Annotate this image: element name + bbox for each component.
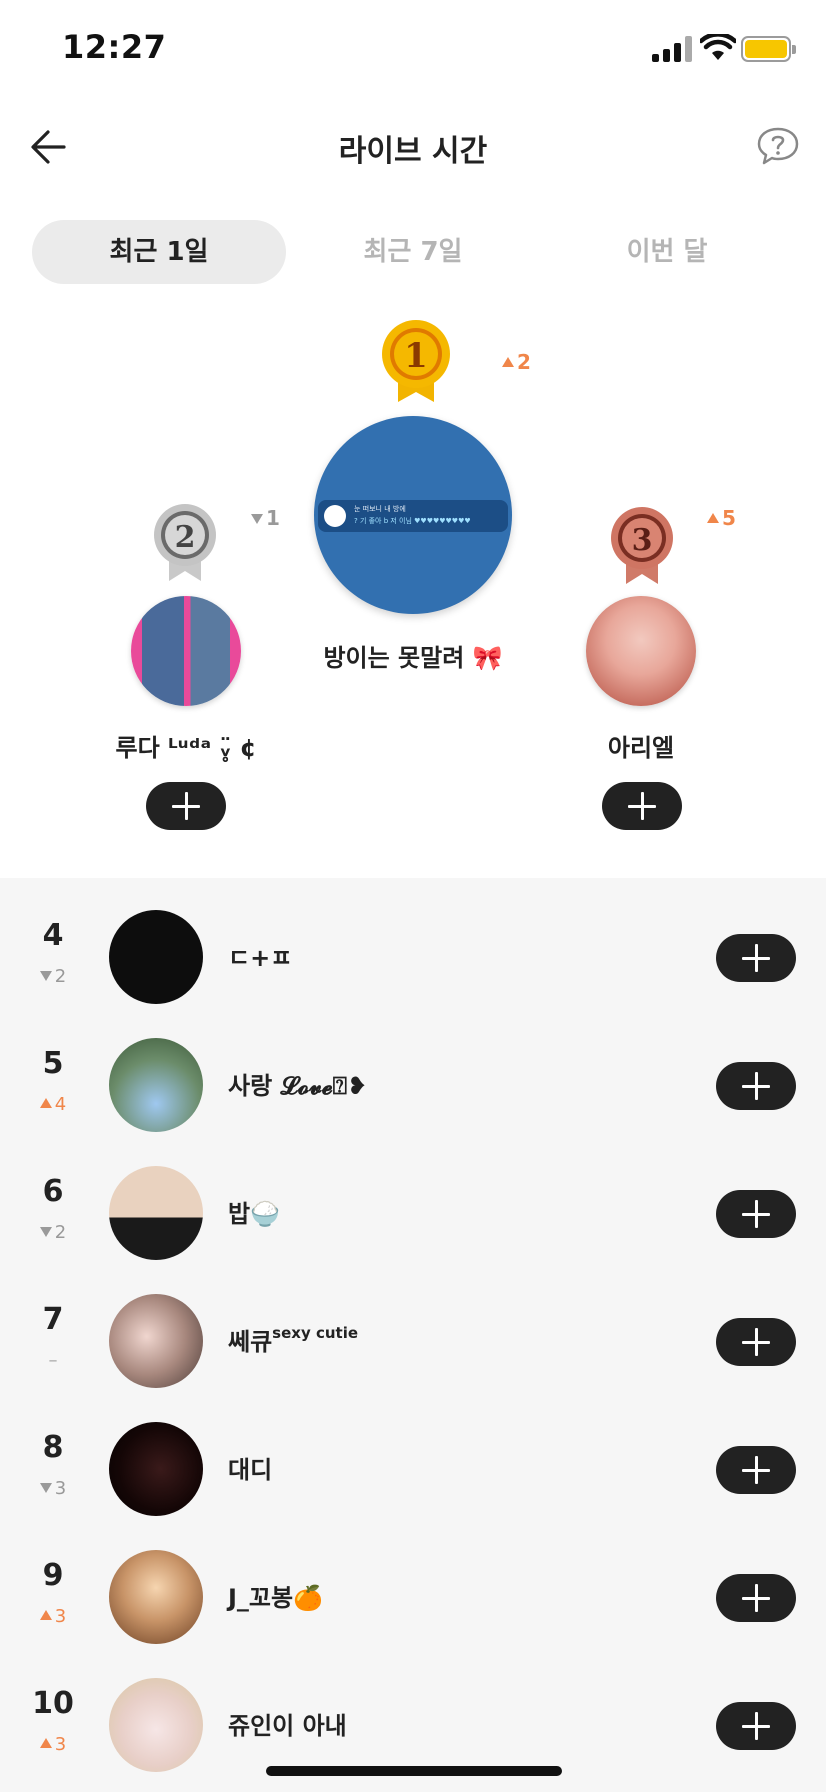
list-item[interactable]: 9 3 J_꼬봉🍊	[0, 1534, 826, 1662]
period-tabs: 최근 1일 최근 7일 이번 달	[32, 220, 794, 284]
bronze-medal-icon: 3	[611, 507, 673, 584]
rank-change: –	[48, 1350, 58, 1371]
rank-change-down: 1	[251, 506, 280, 530]
rank-change: 3	[20, 1734, 86, 1755]
rank-number: 5	[42, 1046, 64, 1081]
rank-change-up: 5	[707, 506, 736, 530]
user-name: 대디	[228, 1456, 273, 1484]
follow-button[interactable]	[716, 1062, 796, 1110]
list-item[interactable]: 7 – 쎄큐sexy cutie	[0, 1278, 826, 1406]
rank-number: 6	[42, 1174, 64, 1209]
follow-button[interactable]	[716, 1190, 796, 1238]
header: 라이브 시간	[0, 100, 826, 192]
avatar[interactable]	[109, 1422, 203, 1516]
user-name: 밥🍚	[228, 1200, 280, 1228]
svg-text:3: 3	[632, 523, 653, 558]
silver-medal-icon: 2	[154, 504, 216, 581]
first-place-name: 방이는 못말려 🎀	[323, 644, 503, 672]
follow-button[interactable]	[716, 934, 796, 982]
list-item[interactable]: 6 2 밥🍚	[0, 1150, 826, 1278]
status-bar: 12:27	[0, 0, 826, 100]
avatar-second-place[interactable]	[131, 596, 241, 706]
tab-last-1-day[interactable]: 최근 1일	[32, 220, 286, 284]
rank-change: 3	[20, 1478, 86, 1499]
second-place-name: 루다 ᴸᵘᵈᵃ ᵥ̥̈ ¢	[115, 734, 257, 762]
status-time: 12:27	[62, 28, 167, 66]
ranking-list: 4 2 ㄷ+ㅍ 5 4 사랑 𝓛𝓸𝓿𝓮⍰❥ 6 2 밥🍚 7 – 쎄큐sexy …	[0, 878, 826, 1792]
help-button[interactable]	[756, 126, 800, 166]
page-title: 라이브 시간	[338, 134, 488, 169]
list-item[interactable]: 5 4 사랑 𝓛𝓸𝓿𝓮⍰❥	[0, 1022, 826, 1150]
avatar[interactable]	[109, 910, 203, 1004]
user-name: J_꼬봉🍊	[228, 1584, 323, 1612]
rank-number: 4	[42, 918, 64, 953]
user-name: 쥬인이 아내	[228, 1712, 347, 1740]
top-three-podium: 1 2 눈 떠보니 내 방에 ? 기 좋아 b 저 이님 ♥♥♥♥♥♥♥♥♥ 방…	[0, 300, 826, 878]
avatar[interactable]	[109, 1550, 203, 1644]
user-name: ㄷ+ㅍ	[228, 944, 293, 972]
gold-medal-icon: 1	[382, 320, 450, 402]
user-name: 쎄큐sexy cutie	[228, 1324, 359, 1356]
chat-preview-image: 눈 떠보니 내 방에 ? 기 좋아 b 저 이님 ♥♥♥♥♥♥♥♥♥	[318, 500, 508, 532]
avatar[interactable]	[109, 1166, 203, 1260]
follow-button[interactable]	[716, 1446, 796, 1494]
rank-change: 2	[20, 966, 86, 987]
avatar-third-place[interactable]	[586, 596, 696, 706]
wifi-icon	[700, 34, 736, 60]
list-item[interactable]: 8 3 대디	[0, 1406, 826, 1534]
svg-text:2: 2	[175, 520, 196, 555]
avatar-first-place[interactable]: 눈 떠보니 내 방에 ? 기 좋아 b 저 이님 ♥♥♥♥♥♥♥♥♥	[314, 416, 512, 614]
avatar[interactable]	[109, 1294, 203, 1388]
rank-change: 3	[20, 1606, 86, 1627]
home-indicator[interactable]	[266, 1766, 562, 1776]
follow-button[interactable]	[716, 1574, 796, 1622]
rank-change-up: 2	[502, 350, 531, 374]
follow-button-second[interactable]	[146, 782, 226, 830]
third-place-name: 아리엘	[607, 734, 675, 762]
follow-button-third[interactable]	[602, 782, 682, 830]
rank-number: 7	[42, 1302, 64, 1337]
avatar[interactable]	[109, 1038, 203, 1132]
rank-number: 10	[32, 1686, 74, 1721]
follow-button[interactable]	[716, 1318, 796, 1366]
rank-change: 2	[20, 1222, 86, 1243]
avatar[interactable]	[109, 1678, 203, 1772]
battery-icon	[741, 36, 796, 62]
rank-number: 8	[42, 1430, 64, 1465]
tab-last-7-days[interactable]: 최근 7일	[286, 220, 540, 284]
svg-text:1: 1	[404, 336, 428, 376]
rank-change: 4	[20, 1094, 86, 1115]
follow-button[interactable]	[716, 1702, 796, 1750]
help-bubble-icon	[757, 127, 799, 165]
cellular-signal-icon	[652, 36, 692, 62]
tab-this-month[interactable]: 이번 달	[540, 220, 794, 284]
rank-number: 9	[42, 1558, 64, 1593]
list-item[interactable]: 4 2 ㄷ+ㅍ	[0, 894, 826, 1022]
user-name: 사랑 𝓛𝓸𝓿𝓮⍰❥	[228, 1072, 368, 1100]
